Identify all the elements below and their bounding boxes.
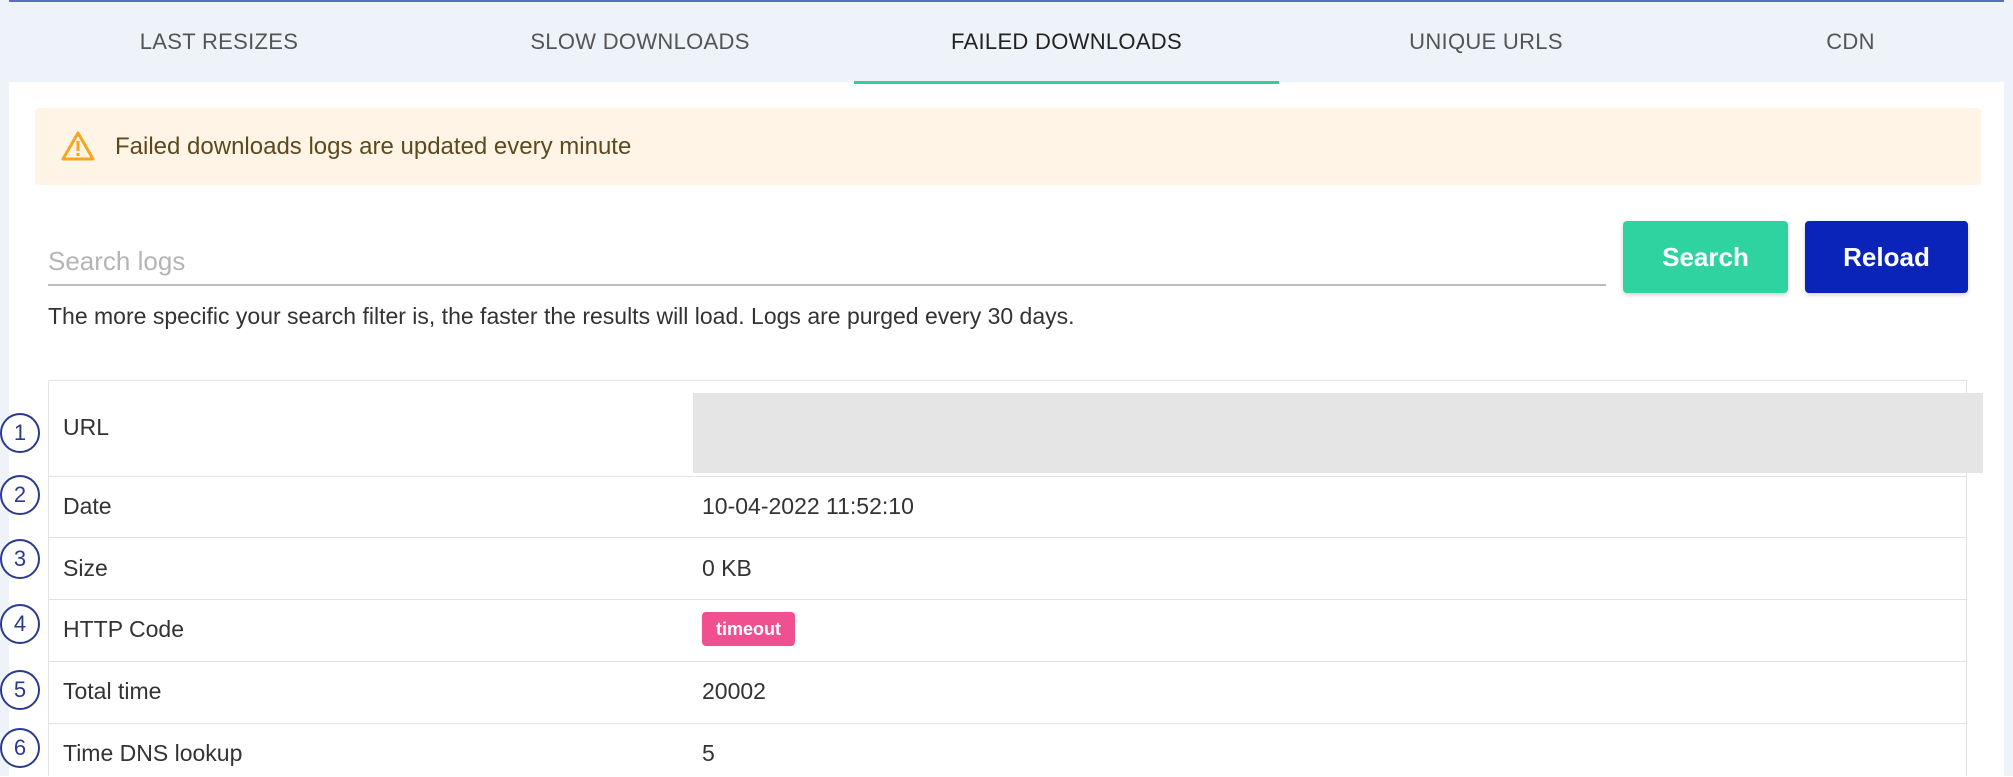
alert-message: Failed downloads logs are updated every … xyxy=(115,133,632,160)
row-label: URL xyxy=(63,414,110,440)
row-label: HTTP Code xyxy=(63,616,185,642)
row-value: 20002 xyxy=(702,678,766,704)
info-alert: Failed downloads logs are updated every … xyxy=(35,108,1981,185)
table-row-dns-lookup: Time DNS lookup 5 xyxy=(49,724,1966,777)
tab-slow-downloads[interactable]: SLOW DOWNLOADS xyxy=(425,2,855,82)
row-number-marker: 5 xyxy=(0,670,40,710)
table-row-http-code: HTTP Code timeout xyxy=(49,600,1966,662)
row-label: Total time xyxy=(63,678,162,704)
table-row-url: URL xyxy=(49,381,1983,477)
reload-button[interactable]: Reload xyxy=(1805,221,1968,293)
status-badge: timeout xyxy=(702,612,795,646)
table-row-size: Size 0 KB xyxy=(49,538,1966,600)
row-value: 5 xyxy=(702,740,715,766)
tab-last-resizes[interactable]: LAST RESIZES xyxy=(0,2,438,82)
row-label: Size xyxy=(63,555,108,581)
warning-icon xyxy=(61,131,95,161)
log-details-table: URL Date 10-04-2022 11:52:10 Size 0 KB H… xyxy=(48,380,1983,777)
tab-cdn[interactable]: CDN xyxy=(1693,2,2008,82)
row-label: Time DNS lookup xyxy=(63,740,243,766)
row-number-marker: 2 xyxy=(0,475,40,515)
row-number-marker: 6 xyxy=(0,728,40,768)
row-value: timeout xyxy=(702,612,795,646)
row-number-marker: 4 xyxy=(0,604,40,644)
tab-failed-downloads[interactable]: FAILED DOWNLOADS xyxy=(854,2,1279,84)
tab-bar: LAST RESIZES SLOW DOWNLOADS FAILED DOWNL… xyxy=(0,2,2013,84)
search-button[interactable]: Search xyxy=(1623,221,1788,293)
row-value: 10-04-2022 11:52:10 xyxy=(702,493,914,519)
table-row-date: Date 10-04-2022 11:52:10 xyxy=(49,476,1966,538)
search-hint: The more specific your search filter is,… xyxy=(48,303,1075,329)
row-label: Date xyxy=(63,493,112,519)
row-number-marker: 3 xyxy=(0,539,40,579)
table-row-total-time: Total time 20002 xyxy=(49,662,1966,724)
search-logs-input[interactable] xyxy=(48,238,1606,286)
url-redacted-block xyxy=(693,393,1983,473)
row-value: 0 KB xyxy=(702,555,752,581)
tab-unique-urls[interactable]: UNIQUE URLS xyxy=(1279,2,1693,82)
left-gutter xyxy=(0,0,9,776)
right-gutter xyxy=(2004,0,2013,776)
row-number-marker: 1 xyxy=(0,413,40,453)
